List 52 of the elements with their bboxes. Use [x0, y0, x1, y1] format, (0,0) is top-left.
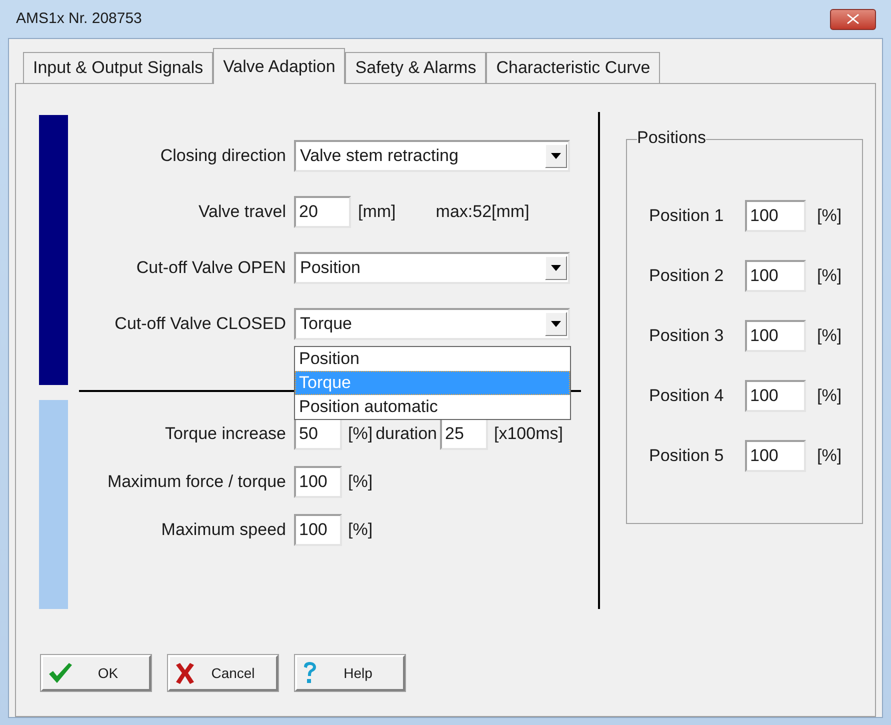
number-field[interactable]: 100 — [745, 200, 806, 232]
tab[interactable]: Characteristic Curve — [486, 52, 660, 83]
field-label: Closing direction — [159, 145, 286, 168]
position-label: Position 5 — [649, 444, 725, 467]
field-label: Maximum force / torque — [106, 471, 286, 494]
checkmark-icon — [48, 662, 72, 684]
unit-label: [%] — [817, 324, 842, 347]
unit-label: [%] — [817, 384, 842, 407]
unit-label: [%] — [817, 204, 842, 227]
unit-label: [%] — [348, 471, 373, 494]
dropdown-field[interactable]: Torque — [294, 308, 570, 340]
max-note: max:52[mm] — [436, 201, 530, 224]
number-field[interactable]: 100 — [745, 320, 806, 352]
position-label: Position 3 — [649, 324, 725, 347]
cancel-button[interactable]: Cancel — [168, 655, 278, 691]
dropdown-option[interactable]: Position — [295, 347, 570, 371]
close-icon — [847, 14, 859, 24]
ok-button[interactable]: OK — [41, 655, 151, 691]
dropdown-option[interactable]: Position automatic — [295, 395, 570, 419]
number-field[interactable]: 100 — [745, 440, 806, 472]
unit-label: [%] — [348, 519, 373, 542]
field-label: Torque increase — [164, 423, 286, 446]
number-field[interactable]: 25 — [440, 418, 488, 450]
number-field[interactable]: 100 — [745, 260, 806, 292]
field-label: Cut-off Valve CLOSED — [114, 313, 286, 336]
number-field[interactable]: 100 — [294, 514, 342, 546]
dropdown-field[interactable]: Position — [294, 252, 570, 284]
field-label: Valve travel — [197, 201, 286, 224]
position-label: Position 2 — [649, 264, 725, 287]
cross-icon — [175, 662, 195, 684]
close-button[interactable] — [830, 8, 876, 30]
help-button[interactable]: Help — [295, 655, 405, 691]
dropdown-field[interactable]: Valve stem retracting — [294, 140, 570, 172]
tab[interactable]: Safety & Alarms — [345, 52, 486, 83]
tab[interactable]: Input & Output Signals — [23, 52, 214, 83]
number-field[interactable]: 50 — [294, 418, 342, 450]
position-label: Position 1 — [649, 204, 725, 227]
question-mark-icon — [302, 661, 318, 685]
field-label: duration — [376, 423, 437, 446]
position-label: Position 4 — [649, 384, 725, 407]
unit-label: [%] — [348, 423, 373, 446]
window-title: AMS1x Nr. 208753 — [16, 8, 142, 29]
unit-label: [%] — [817, 444, 842, 467]
unit-label: [mm] — [358, 201, 396, 224]
number-field[interactable]: 100 — [745, 380, 806, 412]
tab[interactable]: Valve Adaption — [213, 48, 346, 84]
unit-label: [x100ms] — [494, 423, 563, 446]
unit-label: [%] — [817, 264, 842, 287]
field-label: Cut-off Valve OPEN — [135, 257, 286, 280]
field-label: Maximum speed — [160, 519, 286, 542]
number-field[interactable]: 20 — [294, 196, 351, 228]
number-field[interactable]: 100 — [294, 466, 342, 498]
